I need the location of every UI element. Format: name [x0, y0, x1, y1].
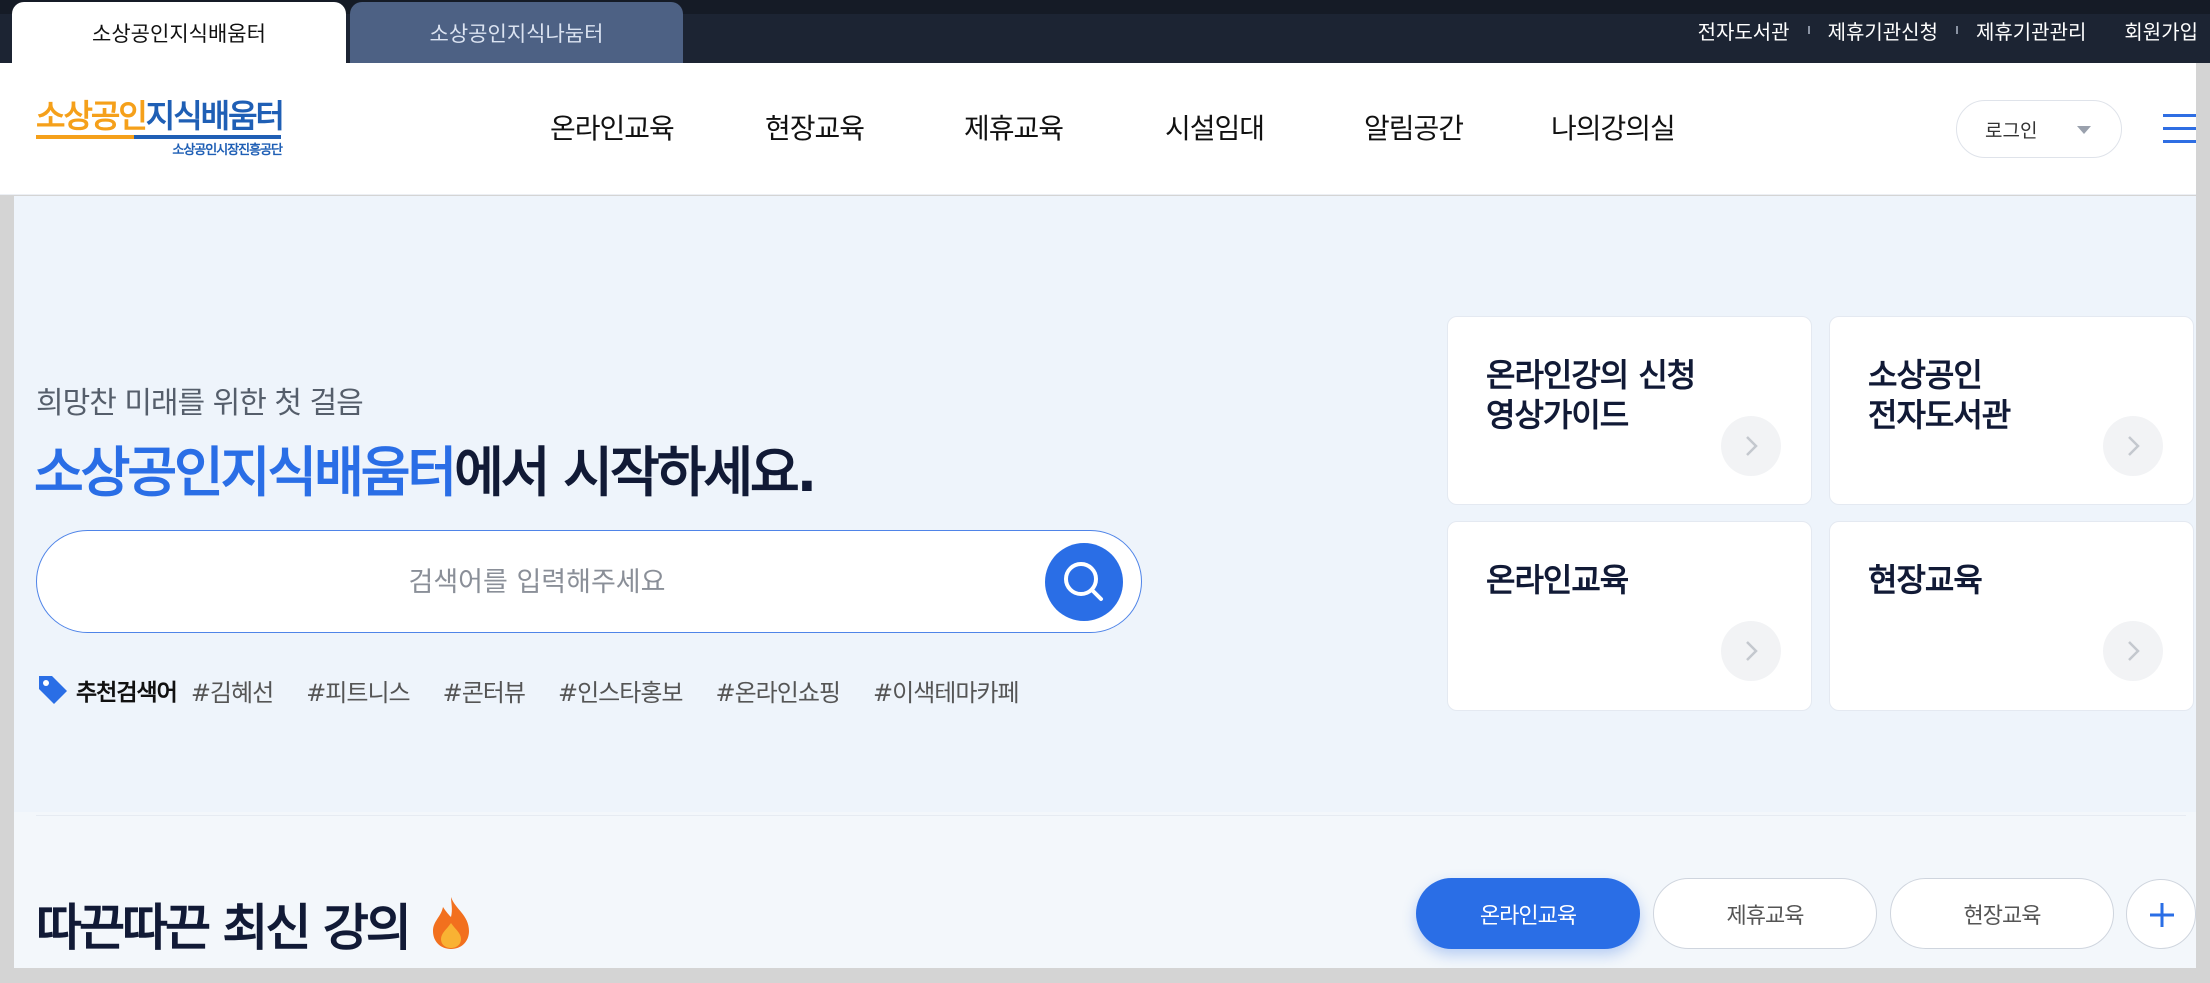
- logo-subtitle: 소상공인시장진흥공단: [172, 143, 283, 158]
- divider: [1955, 26, 1958, 34]
- quick-card-e-library[interactable]: 소상공인 전자도서관: [1829, 316, 2194, 505]
- nav-partner-education[interactable]: 제휴교육: [964, 107, 1064, 147]
- search-icon: [1064, 562, 1103, 601]
- keyword-link[interactable]: #이색테마카페: [873, 673, 1020, 708]
- keyword-link[interactable]: #온라인쇼핑: [715, 673, 841, 708]
- headline-rest: 에서 시작하세요.: [454, 441, 817, 504]
- link-partner-manage[interactable]: 제휴기관관리: [1976, 16, 2086, 45]
- tag-icon: [39, 676, 67, 704]
- hero-headline: 소상공인지식배움터에서 시작하세요.: [34, 428, 817, 507]
- recommended-label: 추천검색어: [76, 680, 178, 706]
- site-tab-sharing[interactable]: 소상공인지식나눔터: [350, 2, 683, 63]
- search-box: [36, 530, 1142, 633]
- menu-icon[interactable]: [2163, 114, 2196, 144]
- recommended-keywords: 추천검색어 #김혜선 #피트니스 #콘터뷰 #인스타홍보 #온라인쇼핑 #이색테…: [36, 668, 1052, 712]
- logo-text-blue: 지식배움터: [145, 97, 285, 135]
- section-divider: [36, 815, 2186, 816]
- quick-card-title: 온라인교육: [1486, 561, 1629, 599]
- link-signup[interactable]: 회원가입: [2124, 16, 2198, 45]
- tab-online-education[interactable]: 온라인교육: [1416, 878, 1640, 949]
- site-logo[interactable]: 소상공인지식배움터 소상공인시장진흥공단: [36, 97, 286, 161]
- quick-card-field-education[interactable]: 현장교육: [1829, 521, 2194, 711]
- site-header: 소상공인지식배움터 소상공인시장진흥공단 온라인교육 현장교육 제휴교육 시설임…: [0, 63, 2196, 195]
- quick-card-title: 온라인강의 신청 영상가이드: [1486, 356, 1696, 434]
- nav-facility-rental[interactable]: 시설임대: [1165, 107, 1265, 147]
- keyword-link[interactable]: #콘터뷰: [443, 673, 526, 708]
- link-e-library[interactable]: 전자도서관: [1698, 16, 1790, 45]
- keyword-link[interactable]: #인스타홍보: [558, 673, 684, 708]
- search-button[interactable]: [1045, 543, 1123, 621]
- divider: [1807, 26, 1810, 34]
- login-dropdown[interactable]: 로그인: [1956, 100, 2122, 158]
- utility-links: 전자도서관 제휴기관신청 제휴기관관리 회원가입: [1698, 10, 2198, 50]
- chevron-right-icon: [1721, 621, 1781, 681]
- keyword-link[interactable]: #김혜선: [191, 673, 274, 708]
- chevron-down-icon: [2077, 126, 2091, 134]
- nav-my-classroom[interactable]: 나의강의실: [1551, 107, 1676, 147]
- more-button[interactable]: [2126, 879, 2196, 949]
- nav-online-education[interactable]: 온라인교육: [550, 107, 675, 147]
- divider: [2104, 26, 2106, 34]
- chevron-right-icon: [1721, 416, 1781, 476]
- headline-brand: 소상공인지식배움터: [34, 441, 457, 504]
- plus-icon: [2150, 903, 2174, 927]
- site-tab-learning[interactable]: 소상공인지식배움터: [12, 2, 346, 63]
- search-input[interactable]: [97, 551, 977, 613]
- login-label: 로그인: [1985, 119, 2038, 142]
- link-partner-apply[interactable]: 제휴기관신청: [1828, 16, 1938, 45]
- latest-title-text: 따끈따끈 최신 강의: [36, 899, 412, 957]
- quick-card-online-education[interactable]: 온라인교육: [1447, 521, 1812, 711]
- top-bar: 소상공인지식배움터 소상공인지식나눔터 전자도서관 제휴기관신청 제휴기관관리 …: [0, 0, 2210, 63]
- quick-card-video-guide[interactable]: 온라인강의 신청 영상가이드: [1447, 316, 1812, 505]
- chevron-right-icon: [2103, 621, 2163, 681]
- chevron-right-icon: [2103, 416, 2163, 476]
- keyword-link[interactable]: #피트니스: [306, 673, 410, 708]
- hero-tagline: 희망찬 미래를 위한 첫 걸음: [36, 386, 364, 421]
- nav-field-education[interactable]: 현장교육: [765, 107, 865, 147]
- quick-card-title: 소상공인 전자도서관: [1868, 356, 2011, 434]
- tab-partner-education[interactable]: 제휴교육: [1653, 878, 1877, 949]
- fire-icon: [433, 897, 470, 949]
- quick-card-title: 현장교육: [1868, 561, 1983, 599]
- latest-lectures-title: 따끈따끈 최신 강의: [36, 888, 473, 960]
- tab-field-education[interactable]: 현장교육: [1890, 878, 2114, 949]
- logo-text-orange: 소상공인: [36, 97, 148, 135]
- nav-notice-space[interactable]: 알림공간: [1364, 107, 1464, 147]
